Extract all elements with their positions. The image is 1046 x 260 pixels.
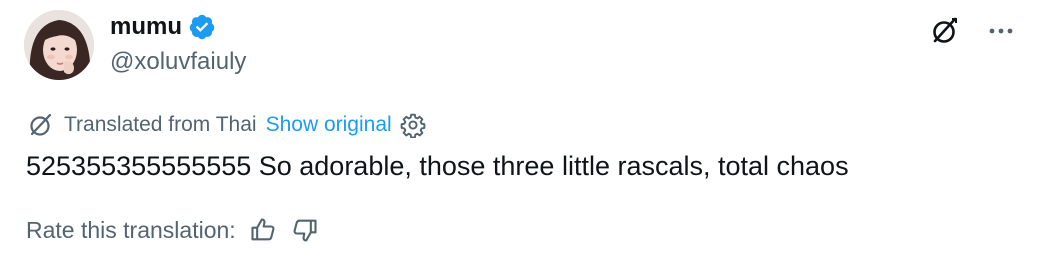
rate-label: Rate this translation:	[26, 216, 236, 243]
author-handle[interactable]: @xoluvfaiuly	[110, 47, 246, 77]
show-original-link[interactable]: Show original	[266, 113, 392, 137]
author-name-row: mumu	[110, 12, 216, 42]
translation-info: Translated from Thai Show original	[28, 110, 426, 140]
thumbs-down-button[interactable]	[290, 215, 320, 245]
post: mumu @xoluvfaiuly Translated from Thai S…	[0, 0, 1046, 260]
gear-icon[interactable]	[400, 112, 426, 138]
avatar[interactable]	[24, 10, 94, 80]
grok-icon	[933, 17, 957, 43]
thumbs-up-button[interactable]	[248, 215, 278, 245]
thumbs-up-icon	[251, 218, 275, 241]
grok-button[interactable]	[928, 14, 962, 48]
more-icon	[989, 28, 1013, 34]
thumbs-down-icon	[293, 219, 317, 242]
avatar-image	[24, 10, 94, 80]
translate-globe-icon	[30, 113, 52, 136]
post-header-actions	[928, 14, 1018, 48]
author-display-name[interactable]: mumu	[110, 12, 182, 42]
verified-badge-icon	[189, 14, 215, 40]
tweet-text: 525355355555555 So adorable, those three…	[26, 151, 849, 181]
more-options-button[interactable]	[984, 14, 1018, 48]
translation-label: Translated from Thai	[64, 113, 257, 136]
rate-translation: Rate this translation:	[26, 214, 320, 246]
